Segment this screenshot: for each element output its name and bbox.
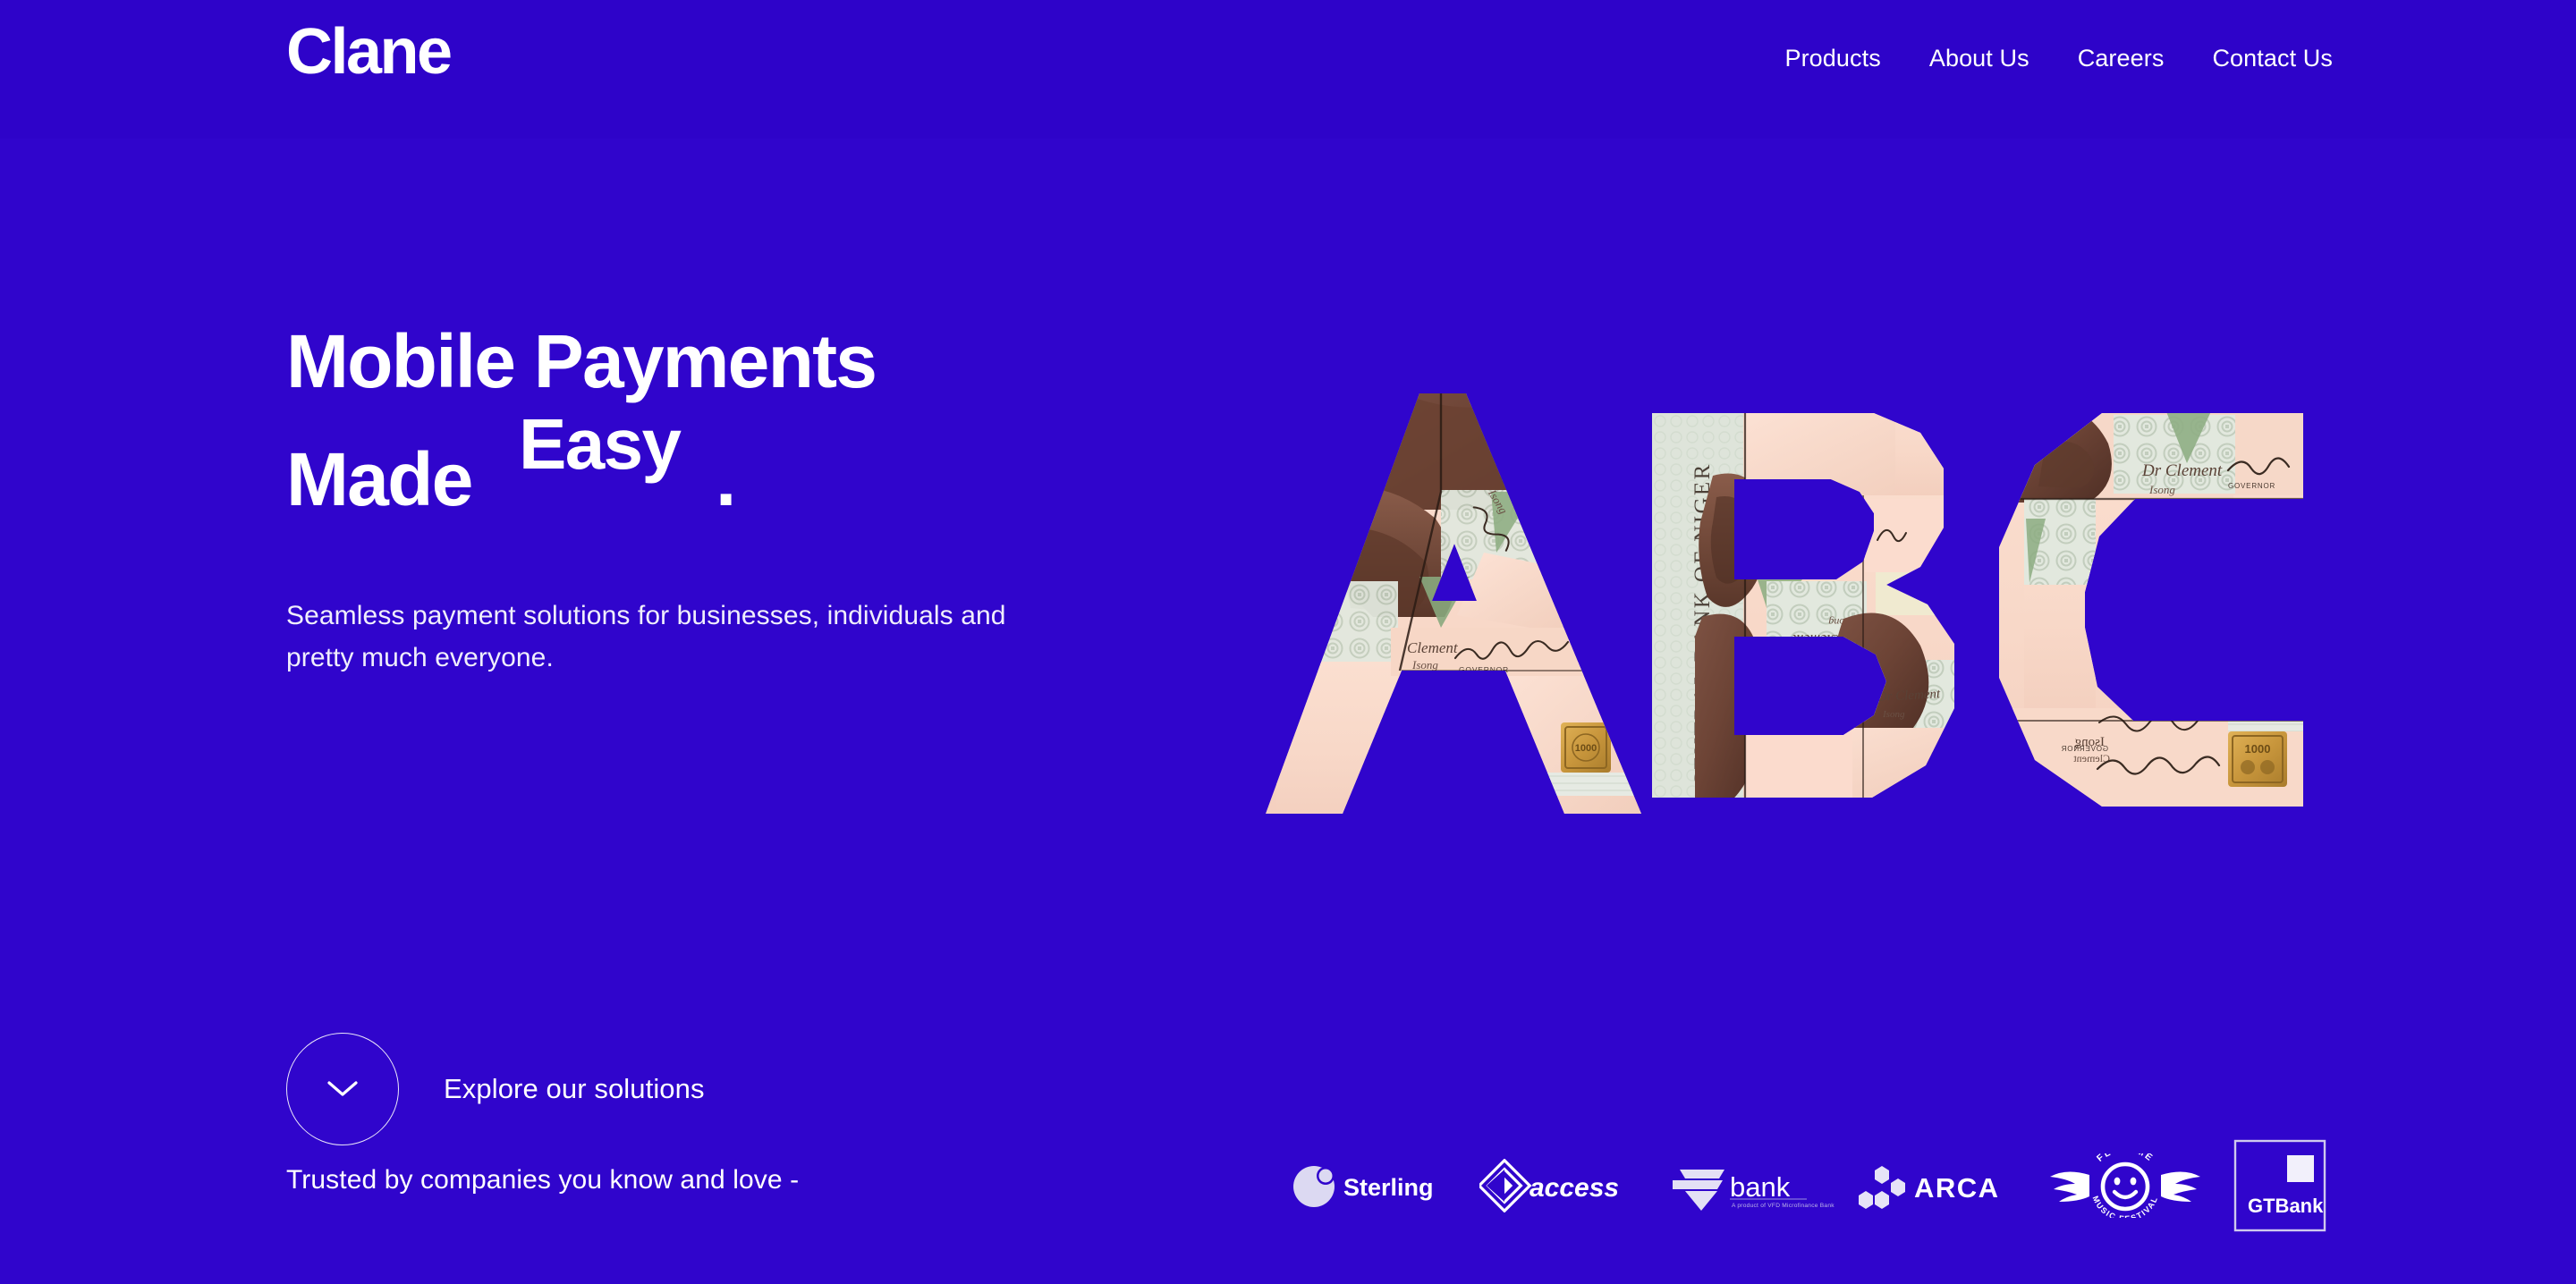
svg-text:Isong: Isong [1882,709,1905,720]
partner-logo-gtbank[interactable]: GTBank [2222,1132,2338,1239]
explore-solutions-label[interactable]: Explore our solutions [444,1073,705,1105]
headline-line-2: Made [286,437,473,521]
letter-c: Dr Clement Isong GOVERNOR Isong Clement … [1999,413,2303,807]
letter-b: CENTRAL BANK OF NIGER 1000 [1652,413,1954,798]
svg-text:Sterling: Sterling [1343,1174,1434,1201]
nav-item-contact-us[interactable]: Contact Us [2212,45,2333,72]
svg-text:Isong: Isong [2148,483,2175,496]
landing-page: Clane Products About Us Careers Contact … [0,0,2576,1284]
site-header: Clane Products About Us Careers Contact … [0,0,2576,139]
explore-solutions-cta[interactable]: Explore our solutions [286,1033,705,1145]
hero-headline: Mobile Payments Made Easy . [286,322,1270,528]
svg-text:A product of VFD Microfinance: A product of VFD Microfinance Bank [1732,1203,1835,1209]
abc-banknote-artwork: Clement Isong GOVERNOR Dr Clement Isong [1266,393,2330,814]
svg-text:ARCA: ARCA [1914,1172,2000,1204]
partner-logo-sterling[interactable]: Sterling [1288,1132,1467,1239]
chevron-down-icon[interactable] [286,1033,399,1145]
partner-logo-flytime[interactable]: FLY TIME MUSIC FESTIVAL [2046,1132,2204,1239]
svg-text:GTBank: GTBank [2248,1195,2324,1217]
trusted-by-label: Trusted by companies you know and love - [286,1165,800,1195]
main-navigation: Products About Us Careers Contact Us [1784,45,2333,72]
svg-text:access: access [1530,1173,1619,1203]
nav-item-careers[interactable]: Careers [2078,45,2165,72]
nav-item-about-us[interactable]: About Us [1929,45,2029,72]
brand-logo[interactable]: Clane [286,20,453,84]
svg-text:GOVERNOR: GOVERNOR [2228,482,2275,490]
svg-text:GOVERNOR: GOVERNOR [2061,745,2108,753]
headline-period: . [716,437,737,521]
partner-logo-access[interactable]: access [1479,1132,1658,1239]
svg-text:Clement: Clement [1407,639,1459,656]
hero-content: Mobile Payments Made Easy . Seamless pay… [286,322,1270,1145]
svg-text:Isong: Isong [1411,658,1438,672]
partner-logos: Sterling access bank A product of VFD Mi… [1288,1132,2338,1239]
svg-text:Dr Clement: Dr Clement [2141,461,2223,480]
headline-line-1: Mobile Payments [286,319,877,403]
headline-rotating-word: Easy [519,407,682,484]
svg-text:bank: bank [1730,1171,1791,1203]
svg-text:1000: 1000 [2245,742,2271,756]
hero-subtitle: Seamless payment solutions for businesse… [286,601,1006,673]
nav-item-products[interactable]: Products [1784,45,1880,72]
headline-rotating-word-slot: Easy [519,407,894,505]
svg-text:1000: 1000 [1575,743,1597,754]
partner-logo-vbank[interactable]: bank A product of VFD Microfinance Bank [1673,1132,1848,1239]
letter-a: Clement Isong GOVERNOR Dr Clement Isong [1266,393,1641,814]
partner-logo-arca[interactable]: ARCA [1859,1132,2034,1239]
